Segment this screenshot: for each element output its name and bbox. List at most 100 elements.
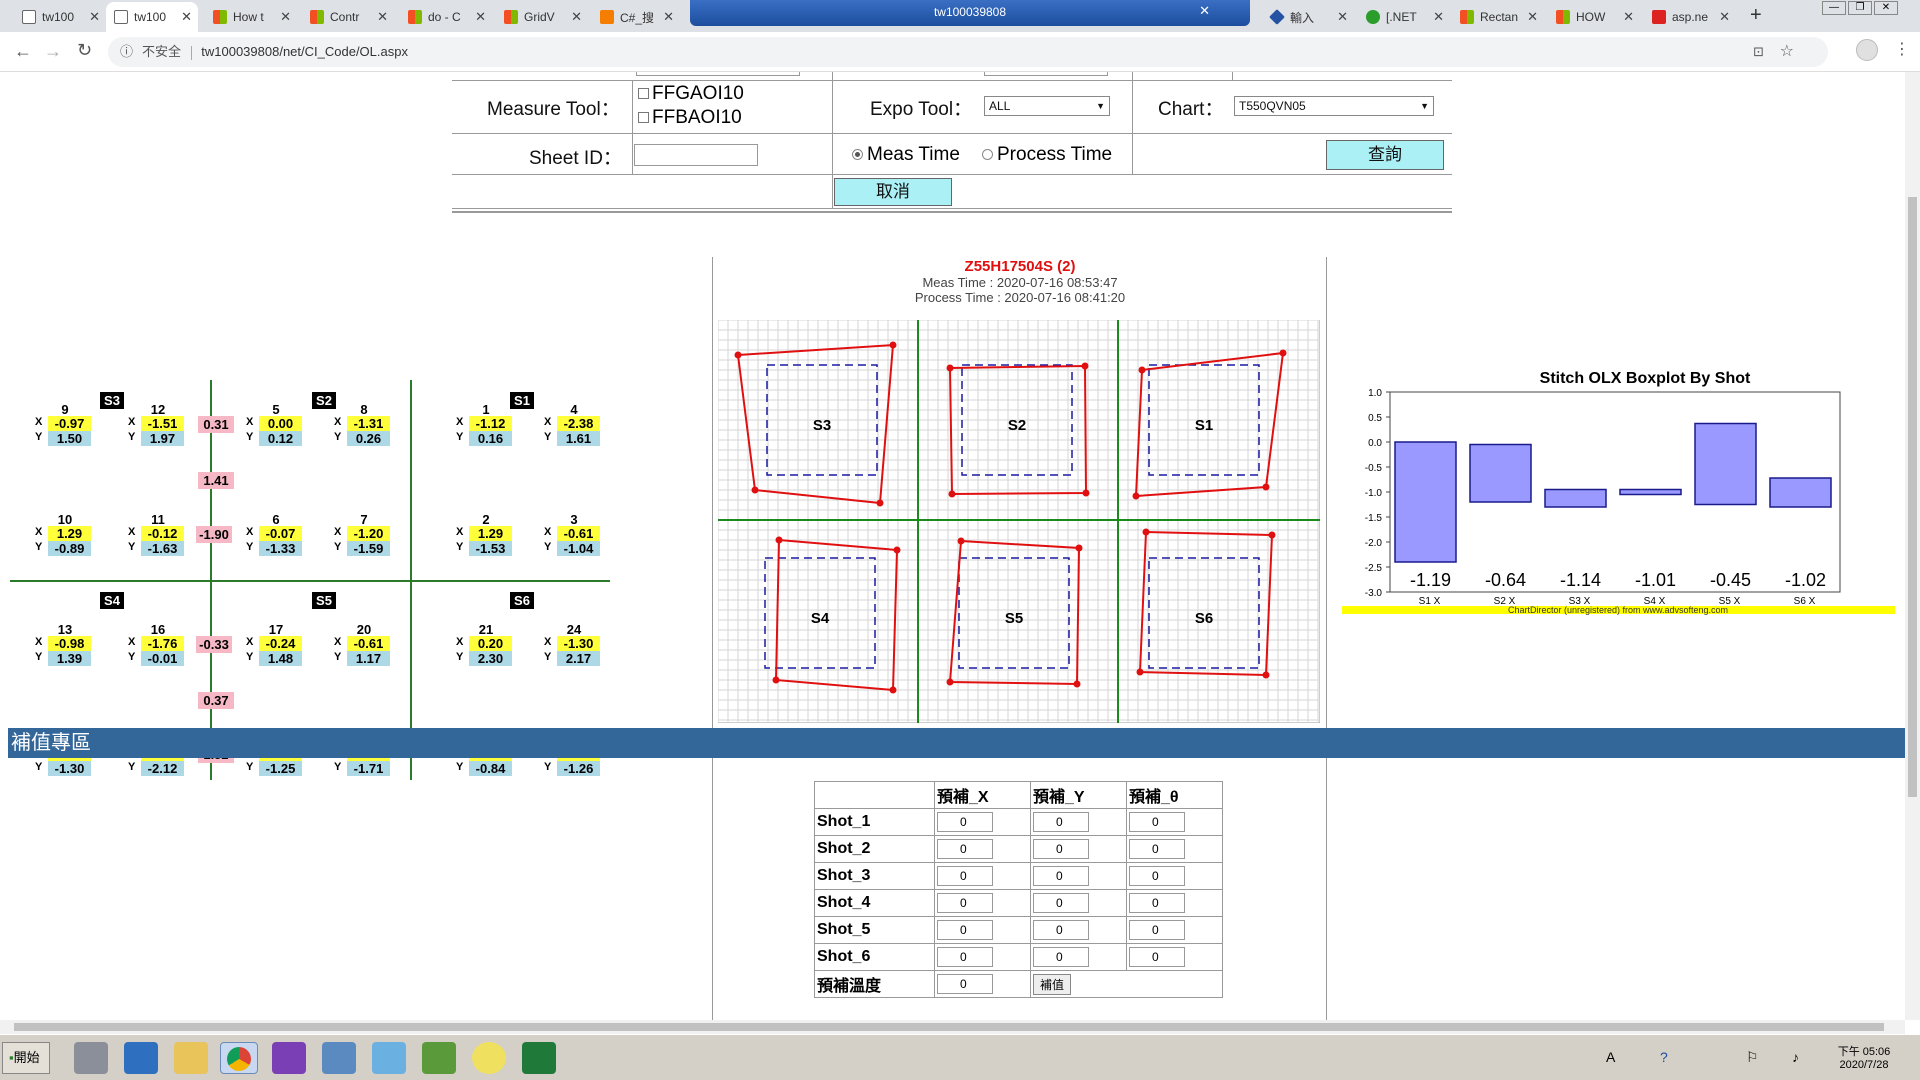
offset-y-input[interactable]: 0 bbox=[1033, 947, 1089, 967]
close-tab-icon[interactable]: ✕ bbox=[280, 9, 291, 25]
close-tab-icon[interactable]: ✕ bbox=[1337, 9, 1348, 25]
translate-icon[interactable]: ⊡ bbox=[1753, 37, 1764, 67]
page-content: Measure Tool： FFGAOI10 FFBAOI10 Expo Too… bbox=[0, 72, 1905, 1020]
offset-x-input[interactable]: 0 bbox=[937, 812, 993, 832]
offset-y-input[interactable]: 0 bbox=[1033, 893, 1089, 913]
apply-compensation-button[interactable]: 補值 bbox=[1033, 973, 1072, 995]
close-tab-icon[interactable]: ✕ bbox=[663, 9, 674, 25]
browser-tab[interactable]: GridV ✕ bbox=[496, 2, 588, 32]
chrome-icon[interactable] bbox=[220, 1042, 258, 1074]
bookmark-star-icon[interactable]: ☆ bbox=[1780, 37, 1794, 67]
profile-avatar[interactable] bbox=[1856, 39, 1878, 61]
flag-icon[interactable]: ⚐ bbox=[1746, 1049, 1759, 1066]
checkbox[interactable] bbox=[638, 88, 649, 100]
measure-tool-option[interactable]: FFGAOI10 bbox=[638, 83, 744, 105]
close-window-button[interactable]: ✕ bbox=[1874, 1, 1898, 15]
truncated-input[interactable] bbox=[636, 72, 800, 76]
close-tab-icon[interactable]: ✕ bbox=[181, 9, 192, 25]
sheet-id-input[interactable] bbox=[634, 144, 758, 166]
browser-tab[interactable]: asp.ne ✕ bbox=[1644, 2, 1736, 32]
tray-ime-icon[interactable]: A bbox=[1606, 1049, 1615, 1065]
browser-tab-active[interactable]: tw100 ✕ bbox=[106, 2, 198, 32]
expo-tool-select[interactable]: ALL bbox=[984, 96, 1110, 116]
network-icon[interactable] bbox=[322, 1042, 356, 1074]
y-offset-value: -1.30 bbox=[48, 761, 91, 776]
stitch-value: -0.33 bbox=[196, 636, 232, 653]
folder-icon[interactable] bbox=[174, 1042, 208, 1074]
reload-icon[interactable]: ↻ bbox=[77, 40, 92, 61]
offset-theta-input[interactable]: 0 bbox=[1129, 893, 1185, 913]
browser-tab[interactable]: C#_搜 ✕ bbox=[592, 2, 680, 32]
clock[interactable]: 下午 05:06 2020/7/28 bbox=[1836, 1043, 1892, 1071]
volume-icon[interactable]: ♪ bbox=[1792, 1049, 1799, 1065]
checkbox[interactable] bbox=[638, 112, 649, 124]
chart-select[interactable]: T550QVN05 bbox=[1234, 96, 1434, 116]
windows-logo-icon bbox=[1556, 10, 1570, 24]
back-icon[interactable]: ← bbox=[14, 41, 32, 62]
browser-tab[interactable]: do - C ✕ bbox=[400, 2, 492, 32]
y-offset-value: -0.89 bbox=[48, 541, 91, 556]
divider bbox=[452, 80, 1452, 81]
editor-icon[interactable] bbox=[422, 1042, 456, 1074]
x-axis-label: X bbox=[544, 416, 552, 428]
offset-theta-input[interactable]: 0 bbox=[1129, 812, 1185, 832]
offset-y-input[interactable]: 0 bbox=[1033, 920, 1089, 940]
offset-theta-input[interactable]: 0 bbox=[1129, 920, 1185, 940]
vertical-scrollbar[interactable] bbox=[1905, 72, 1920, 1020]
computer-icon[interactable] bbox=[74, 1042, 108, 1074]
close-tab-icon[interactable]: ✕ bbox=[475, 9, 486, 25]
offset-theta-input[interactable]: 0 bbox=[1129, 947, 1185, 967]
browser-tab[interactable]: [.NET ✕ bbox=[1358, 2, 1450, 32]
browser-tab[interactable]: Rectan ✕ bbox=[1452, 2, 1544, 32]
temperature-input[interactable]: 0 bbox=[937, 974, 993, 994]
restore-button[interactable]: ❐ bbox=[1848, 1, 1872, 15]
cancel-button[interactable]: 取消 bbox=[834, 178, 952, 206]
scroll-thumb[interactable] bbox=[1908, 197, 1917, 797]
y-offset-value: -1.59 bbox=[347, 541, 390, 556]
close-tab-icon[interactable]: ✕ bbox=[1433, 9, 1444, 25]
browser-tab[interactable]: tw100 ✕ bbox=[14, 2, 106, 32]
offset-x-input[interactable]: 0 bbox=[937, 866, 993, 886]
app-icon[interactable] bbox=[372, 1042, 406, 1074]
forward-icon[interactable]: → bbox=[44, 41, 62, 62]
excel-icon[interactable] bbox=[522, 1042, 556, 1074]
minimize-button[interactable]: — bbox=[1822, 1, 1846, 15]
radio-button[interactable] bbox=[852, 149, 863, 161]
offset-y-input[interactable]: 0 bbox=[1033, 866, 1089, 886]
browser-tab[interactable]: Contr ✕ bbox=[302, 2, 394, 32]
query-button[interactable]: 查詢 bbox=[1326, 140, 1444, 170]
menu-icon[interactable]: ⋮ bbox=[1894, 39, 1910, 59]
powershell-icon[interactable] bbox=[124, 1042, 158, 1074]
close-tab-icon[interactable]: ✕ bbox=[571, 9, 582, 25]
new-tab-button[interactable]: + bbox=[1750, 4, 1762, 27]
close-tab-icon[interactable]: ✕ bbox=[1623, 9, 1634, 25]
radio-button[interactable] bbox=[982, 149, 993, 161]
scroll-thumb[interactable] bbox=[14, 1023, 1884, 1031]
measure-tool-option[interactable]: FFBAOI10 bbox=[638, 107, 742, 129]
browser-tab[interactable]: 輸入 ✕ bbox=[1262, 2, 1354, 32]
browser-tab[interactable]: How t ✕ bbox=[205, 2, 297, 32]
visual-studio-icon[interactable] bbox=[272, 1042, 306, 1074]
truncated-input[interactable] bbox=[984, 72, 1108, 76]
close-icon[interactable]: ✕ bbox=[1199, 3, 1210, 19]
close-tab-icon[interactable]: ✕ bbox=[377, 9, 388, 25]
address-bar[interactable]: ⓘ 不安全 tw100039808/net/CI_Code/OL.aspx ⊡ … bbox=[108, 37, 1828, 67]
offset-x-input[interactable]: 0 bbox=[937, 893, 993, 913]
offset-y-input[interactable]: 0 bbox=[1033, 839, 1089, 859]
close-tab-icon[interactable]: ✕ bbox=[89, 9, 100, 25]
offset-x-input[interactable]: 0 bbox=[937, 839, 993, 859]
horizontal-scrollbar[interactable] bbox=[0, 1020, 1905, 1034]
help-icon[interactable]: ? bbox=[1660, 1049, 1668, 1065]
close-tab-icon[interactable]: ✕ bbox=[1719, 9, 1730, 25]
start-button[interactable]: ▪開始 bbox=[2, 1042, 50, 1074]
sticky-icon[interactable] bbox=[472, 1042, 506, 1074]
offset-theta-input[interactable]: 0 bbox=[1129, 866, 1185, 886]
meas-time-radio[interactable]: Meas Time bbox=[852, 144, 960, 166]
close-tab-icon[interactable]: ✕ bbox=[1527, 9, 1538, 25]
process-time-radio[interactable]: Process Time bbox=[982, 144, 1112, 166]
offset-x-input[interactable]: 0 bbox=[937, 947, 993, 967]
offset-y-input[interactable]: 0 bbox=[1033, 812, 1089, 832]
offset-theta-input[interactable]: 0 bbox=[1129, 839, 1185, 859]
offset-x-input[interactable]: 0 bbox=[937, 920, 993, 940]
browser-tab[interactable]: HOW ✕ bbox=[1548, 2, 1640, 32]
